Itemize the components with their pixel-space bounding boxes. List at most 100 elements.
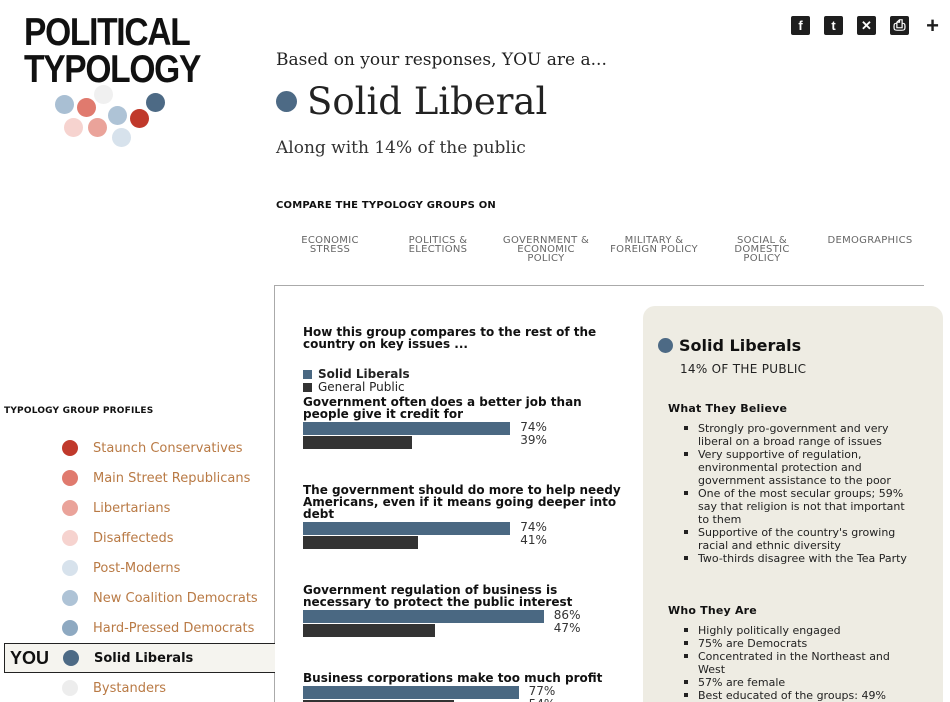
group-color-dot [62,560,78,576]
question-item: Government often does a better job than … [303,395,628,449]
bar-row: 74% 39% [303,421,628,447]
profile-item[interactable]: Post-Moderns [0,553,275,583]
logo-title-line1: POLITICAL [24,11,191,54]
logo-dot [88,118,107,137]
list-item: Highly politically engaged [682,624,907,637]
group-color-dot [62,590,78,606]
profile-item[interactable]: New Coalition Democrats [0,583,275,613]
profile-item[interactable]: Hard-Pressed Democrats [0,613,275,643]
bar-row: 77%54% [303,685,628,702]
group-color-dot [62,500,78,516]
political-typology-logo[interactable]: POLITICAL TYPOLOGY [24,11,201,154]
tab-military-foreign-policy[interactable]: MILITARY & FOREIGN POLICY [600,236,708,263]
profile-label: Solid Liberals [94,650,194,666]
who-they-are-list: Highly politically engaged 75% are Democ… [682,624,907,702]
logo-dot [94,85,113,104]
chart-legend: Solid Liberals General Public [303,368,643,394]
logo-dot [77,98,96,117]
list-item: Supportive of the country's growing raci… [682,526,907,552]
result-share-of-public: Along with 14% of the public [276,138,526,158]
comparison-chart: How this group compares to the rest of t… [303,325,643,702]
profile-item[interactable]: Disaffecteds [0,523,275,553]
bar-general-public [303,624,435,637]
group-color-dot [62,530,78,546]
profile-label: Hard-Pressed Democrats [93,620,255,636]
tab-social-domestic-policy[interactable]: SOCIAL & DOMESTIC POLICY [708,236,816,264]
legend-item-general-public: General Public [303,381,643,394]
logo-dot [108,106,127,125]
profile-item[interactable]: Libertarians [0,493,275,523]
legend-swatch [303,383,312,392]
compare-tabs: ECONOMIC STRESS POLITICS & ELECTIONS GOV… [276,236,926,264]
tab-economic-stress[interactable]: ECONOMIC STRESS [276,236,384,263]
print-icon[interactable]: ⎙ [890,16,909,35]
result-intro: Based on your responses, YOU are a... [276,50,607,70]
twitter-icon[interactable]: t [824,16,843,35]
profile-share-of-public: 14% OF THE PUBLIC [680,362,807,376]
tab-politics-elections[interactable]: POLITICS & ELECTIONS [384,236,492,263]
bar-row [303,435,628,449]
logo-dot [146,93,165,112]
bar-general-public [303,536,418,549]
bar-row [303,535,628,549]
question-text: Business corporations make too much prof… [303,671,603,685]
profile-label: Post-Moderns [93,560,181,576]
group-profile-panel: Solid Liberals 14% OF THE PUBLIC What Th… [643,306,943,702]
chart-title: How this group compares to the rest of t… [303,325,597,351]
what-they-believe-heading: What They Believe [668,402,788,415]
bar-solid-liberals [303,522,511,535]
bar-row [303,623,628,637]
profile-label: Bystanders [93,680,167,696]
list-item: One of the most secular groups; 59% say … [682,487,907,526]
group-color-dot [62,620,78,636]
group-color-dot [63,650,79,666]
profile-label: Main Street Republicans [93,470,251,486]
logo-dot [112,128,131,147]
profile-label: Libertarians [93,500,171,516]
question-item: Business corporations make too much prof… [303,672,628,702]
typology-group-profiles-heading: TYPOLOGY GROUP PROFILES [4,406,154,416]
what-they-believe-list: Strongly pro-government and very liberal… [682,422,907,565]
list-item: Strongly pro-government and very liberal… [682,422,907,448]
list-item: Best educated of the groups: 49% [682,689,907,702]
question-item: Government regulation of business is nec… [303,583,628,637]
legend-label: General Public [318,380,405,394]
profile-item[interactable]: Bystanders [0,673,275,702]
plus-icon[interactable]: + [923,14,942,36]
panel-border-top [274,285,924,286]
compare-heading: COMPARE THE TYPOLOGY GROUPS ON [276,200,496,211]
question-text: Government regulation of business is nec… [303,583,573,609]
result-group-name: Solid Liberal [307,80,548,123]
question-item: The government should do more to help ne… [303,484,628,549]
list-item: Concentrated in the Northeast and West [682,650,907,676]
profile-item[interactable]: YOU Solid Liberals [4,643,275,673]
tab-demographics[interactable]: DEMOGRAPHICS [816,236,924,263]
email-icon[interactable]: ✕ [857,16,876,35]
facebook-icon[interactable]: f [791,16,810,35]
bar-general-public [303,436,413,449]
tab-government-economic-policy[interactable]: GOVERNMENT & ECONOMIC POLICY [492,236,600,264]
group-color-dot [276,91,297,112]
list-item: Two-thirds disagree with the Tea Party [682,552,907,565]
profile-label: Staunch Conservatives [93,440,243,456]
logo-dot [55,95,74,114]
bar-row: 86% 47% [303,609,628,635]
profile-label: Disaffecteds [93,530,174,546]
logo-dot [64,118,83,137]
group-color-dot [658,338,673,353]
bar-row: 74% 41% [303,521,628,547]
question-text: Government often does a better job than … [303,395,582,421]
group-color-dot [62,440,78,456]
legend-swatch [303,370,312,379]
you-indicator: YOU [10,647,50,668]
logo-dot [130,109,149,128]
profile-label: New Coalition Democrats [93,590,258,606]
profile-group-name: Solid Liberals [679,336,802,355]
bar-solid-liberals [303,610,544,623]
bar-solid-liberals [303,686,519,699]
profile-item[interactable]: Staunch Conservatives [0,433,275,463]
list-item: 75% are Democrats [682,637,907,650]
list-item: Very supportive of regulation, environme… [682,448,907,487]
share-toolbar: f t ✕ ⎙ + [791,14,942,36]
profile-item[interactable]: Main Street Republicans [0,463,275,493]
